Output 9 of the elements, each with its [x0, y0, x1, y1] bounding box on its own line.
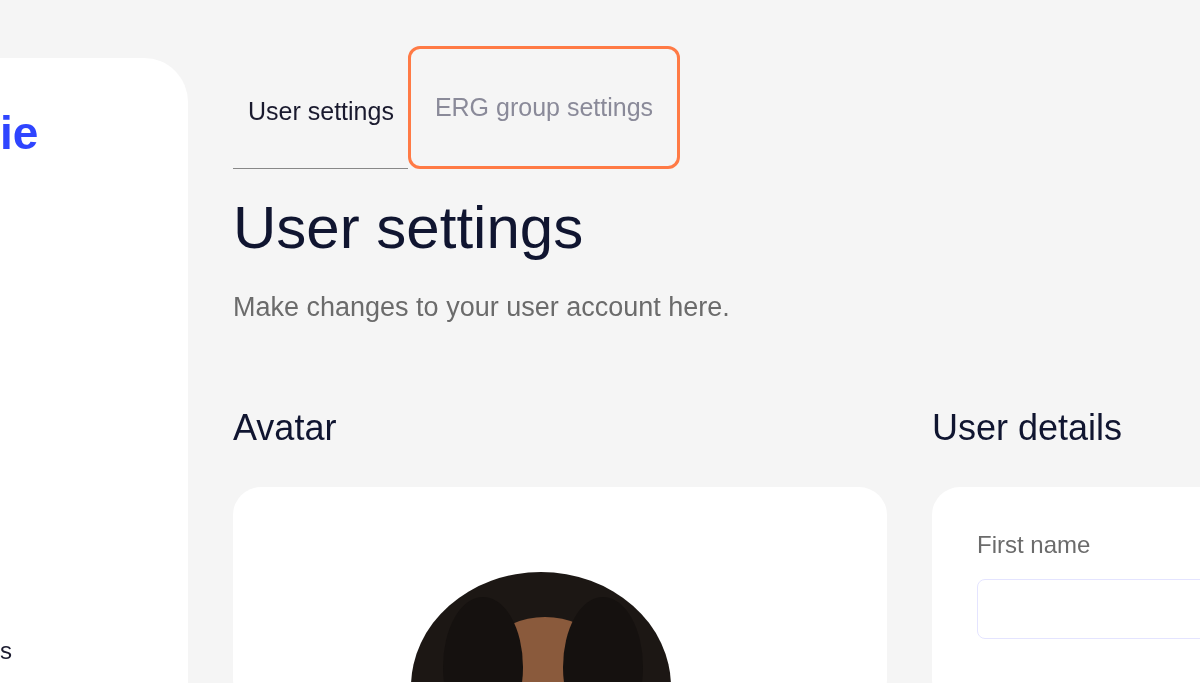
page-title: User settings — [233, 193, 585, 262]
sidebar-item[interactable]: s — [0, 637, 188, 665]
page-subtitle: Make changes to your user account here. — [233, 292, 731, 323]
input-field[interactable] — [977, 579, 1200, 639]
section-heading: Avatar — [233, 407, 338, 449]
section-heading: User details — [932, 407, 1124, 449]
field-label: First name — [976, 530, 1092, 559]
tab[interactable]: User settings — [233, 46, 408, 169]
logo: ie — [0, 110, 40, 156]
